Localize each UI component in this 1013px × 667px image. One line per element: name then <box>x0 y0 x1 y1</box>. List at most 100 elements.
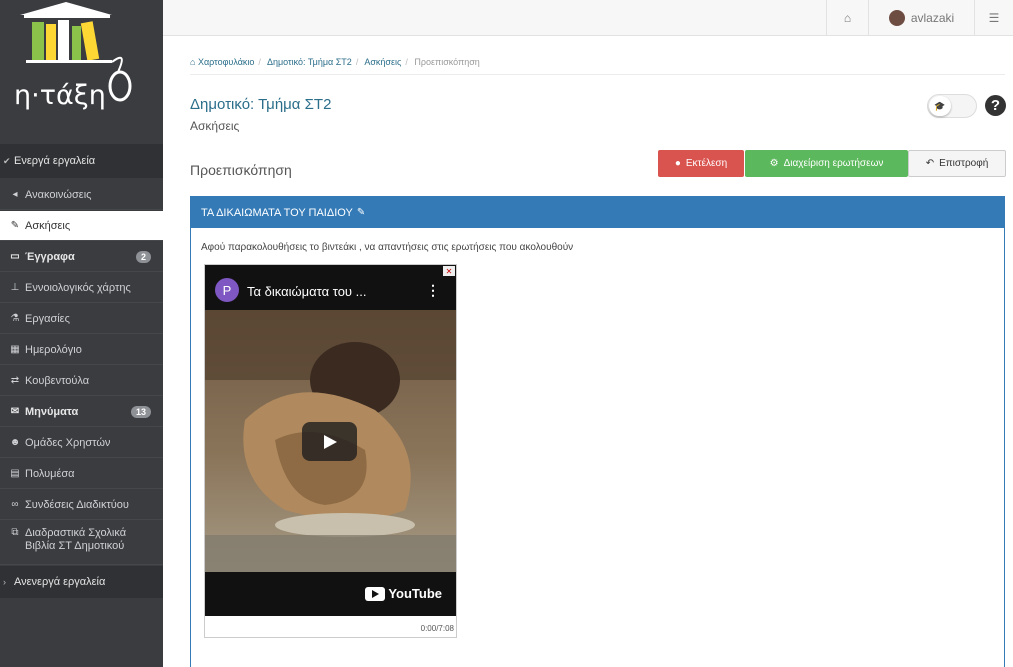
username: avlazaki <box>910 11 955 25</box>
play-icon <box>323 434 337 449</box>
execute-button[interactable]: ● Εκτέλεση <box>658 150 744 177</box>
logo-text: η·τάξη <box>14 80 106 111</box>
sidebar-item-label: Εργασίες <box>25 312 70 325</box>
logo-graphic <box>20 2 132 102</box>
breadcrumb-exercises[interactable]: Ασκήσεις <box>364 57 401 67</box>
youtube-play-icon <box>365 586 386 601</box>
breadcrumb-current: Προεπισκόπηση <box>414 57 480 67</box>
teacher-view-toggle[interactable]: 🎓 <box>927 94 977 118</box>
more-vert-icon[interactable]: ⋮ <box>426 282 440 299</box>
sidebar-item-multimedia[interactable]: ▤ Πολυμέσα <box>0 459 163 489</box>
breadcrumb-separator: / <box>258 57 261 67</box>
cogs-icon: ⚙ <box>769 158 779 169</box>
video-time: 0:00/7:08 <box>420 624 454 633</box>
breadcrumb-separator: / <box>355 57 359 67</box>
breadcrumb-course[interactable]: Δημοτικό: Τμήμα ΣΤ2 <box>267 57 352 67</box>
exercise-panel: ΤΑ ΔΙΚΑΙΩΜΑΤΑ ΤΟΥ ΠΑΙΔΙΟΥ ✎ Αφού παρακολ… <box>190 196 1005 667</box>
breadcrumb-portfolio[interactable]: Χαρτοφυλάκιο <box>198 57 254 67</box>
sidebar-item-label: Συνδέσεις Διαδικτύου <box>25 498 129 511</box>
external-link-icon: ⧉ <box>11 527 19 538</box>
reply-icon: ↶ <box>925 158 935 169</box>
settings-button[interactable]: ☰ <box>974 0 1013 36</box>
sidebar-item-label: Κουβεντούλα <box>25 374 90 387</box>
sidebar-item-label: Ομάδες Χρηστών <box>25 436 111 449</box>
sidebar-item-label: Έγγραφα <box>25 250 75 263</box>
sidebar-item-label: Διαδραστικά Σχολικά Βιβλία ΣΤ Δημοτικού <box>25 527 127 552</box>
sidebar-item-web-links[interactable]: ∞ Συνδέσεις Διαδικτύου <box>0 490 163 520</box>
breadcrumb-separator: / <box>405 57 408 67</box>
sidebar-item-interactive-books[interactable]: ⧉ Διαδραστικά Σχολικά Βιβλία ΣΤ Δημοτικού <box>0 521 163 565</box>
sidebar-item-concept-map[interactable]: ⊥ Εννοιολογικός χάρτης <box>0 273 163 303</box>
video-footer: YouTube <box>205 572 456 616</box>
sidebar-item-label: Ημερολόγιο <box>25 343 82 356</box>
chevron-right-icon: › <box>3 577 6 587</box>
home-icon: ⌂ <box>190 57 196 67</box>
sidebar-item-messages[interactable]: ✉ Μηνύματα 13 <box>0 397 163 427</box>
sidebar: η·τάξη ✔ Ενεργά εργαλεία ◂ Ανακοινώσεις ✎… <box>0 0 163 667</box>
folder-icon: ▭ <box>10 251 20 262</box>
flag-icon: ✕ <box>443 266 455 276</box>
instructions-text: Αφού παρακολουθήσεις το βιντεάκι , να απ… <box>201 242 574 253</box>
sidebar-item-announcements[interactable]: ◂ Ανακοινώσεις <box>0 180 163 210</box>
avatar <box>888 10 905 26</box>
sidebar-item-assignments[interactable]: ⚗ Εργασίες <box>0 304 163 334</box>
video-header: P Τα δικαιώματα του ... ⋮ <box>205 265 456 310</box>
documents-badge: 2 <box>135 250 151 263</box>
help-icon[interactable]: ? <box>985 95 1006 116</box>
active-tools-header[interactable]: ✔ Ενεργά εργαλεία <box>0 144 163 178</box>
megaphone-icon: ◂ <box>12 189 18 200</box>
panel-header: ΤΑ ΔΙΚΑΙΩΜΑΤΑ ΤΟΥ ΠΑΙΔΙΟΥ ✎ <box>191 197 1004 228</box>
execute-label: Εκτέλεση <box>685 158 728 169</box>
envelope-icon: ✉ <box>10 406 20 417</box>
home-icon: ⌂ <box>843 11 852 25</box>
inactive-tools-header[interactable]: › Ανενεργά εργαλεία <box>0 566 163 598</box>
inactive-tools-label: Ανενεργά εργαλεία <box>14 576 106 588</box>
sidebar-item-label: Εννοιολογικός χάρτης <box>25 281 131 294</box>
sliders-icon: ☰ <box>988 11 1000 25</box>
calendar-icon: ▦ <box>10 344 20 355</box>
edit-icon: ✎ <box>10 220 20 231</box>
breadcrumb: ⌂ Χαρτοφυλάκιο / Δημοτικό: Τμήμα ΣΤ2/ Ασκ… <box>190 57 480 67</box>
breadcrumb-divider <box>190 74 1005 75</box>
check-icon: ✔ <box>3 155 11 166</box>
panel-title: ΤΑ ΔΙΚΑΙΩΜΑΤΑ ΤΟΥ ΠΑΙΔΙΟΥ <box>201 206 353 219</box>
sidebar-item-documents[interactable]: ▭ Έγγραφα 2 <box>0 242 163 272</box>
manage-questions-label: Διαχείριση ερωτήσεων <box>783 158 884 169</box>
sidebar-item-chat[interactable]: ⇄ Κουβεντούλα <box>0 366 163 396</box>
youtube-label: YouTube <box>388 586 442 601</box>
video-title[interactable]: Τα δικαιώματα του ... <box>247 284 366 299</box>
sidebar-item-label: Μηνύματα <box>25 405 79 418</box>
exchange-icon: ⇄ <box>10 375 20 386</box>
video-thumbnail[interactable] <box>205 310 456 572</box>
home-button[interactable]: ⌂ <box>826 0 868 36</box>
active-tools-label: Ενεργά εργαλεία <box>14 155 96 167</box>
sidebar-item-label: Ανακοινώσεις <box>25 188 92 201</box>
sidebar-item-user-groups[interactable]: ☻ Ομάδες Χρηστών <box>0 428 163 458</box>
back-label: Επιστροφή <box>939 158 989 169</box>
section-title: Προεπισκόπηση <box>190 162 292 178</box>
link-icon: ∞ <box>11 499 19 510</box>
sidebar-item-label: Πολυμέσα <box>25 467 75 480</box>
graduation-cap-icon: 🎓 <box>929 96 951 116</box>
play-circle-icon: ● <box>674 158 681 169</box>
sidebar-item-calendar[interactable]: ▦ Ημερολόγιο <box>0 335 163 365</box>
channel-avatar[interactable]: P <box>215 278 239 302</box>
sidebar-item-exercises[interactable]: ✎ Ασκήσεις <box>0 211 163 241</box>
play-button[interactable] <box>302 422 357 461</box>
film-icon: ▤ <box>10 468 20 479</box>
youtube-logo[interactable]: YouTube <box>365 586 442 601</box>
manage-questions-button[interactable]: ⚙ Διαχείριση ερωτήσεων <box>745 150 908 177</box>
video-player[interactable]: P Τα δικαιώματα του ... ⋮ ✕ YouTube 0:00… <box>204 264 457 638</box>
flask-icon: ⚗ <box>10 313 20 324</box>
edit-icon[interactable]: ✎ <box>357 207 365 218</box>
messages-badge: 13 <box>130 405 151 418</box>
users-icon: ☻ <box>9 437 21 448</box>
logo[interactable]: η·τάξη <box>0 0 163 140</box>
page-title[interactable]: Δημοτικό: Τμήμα ΣΤ2 <box>190 96 331 113</box>
user-menu[interactable]: avlazaki <box>868 0 974 36</box>
back-button[interactable]: ↶ Επιστροφή <box>908 150 1006 177</box>
page-subtitle: Ασκήσεις <box>190 119 240 133</box>
sitemap-icon: ⊥ <box>10 282 20 293</box>
topbar: ⌂ avlazaki ☰ <box>163 0 1013 36</box>
sidebar-item-label: Ασκήσεις <box>25 219 71 232</box>
